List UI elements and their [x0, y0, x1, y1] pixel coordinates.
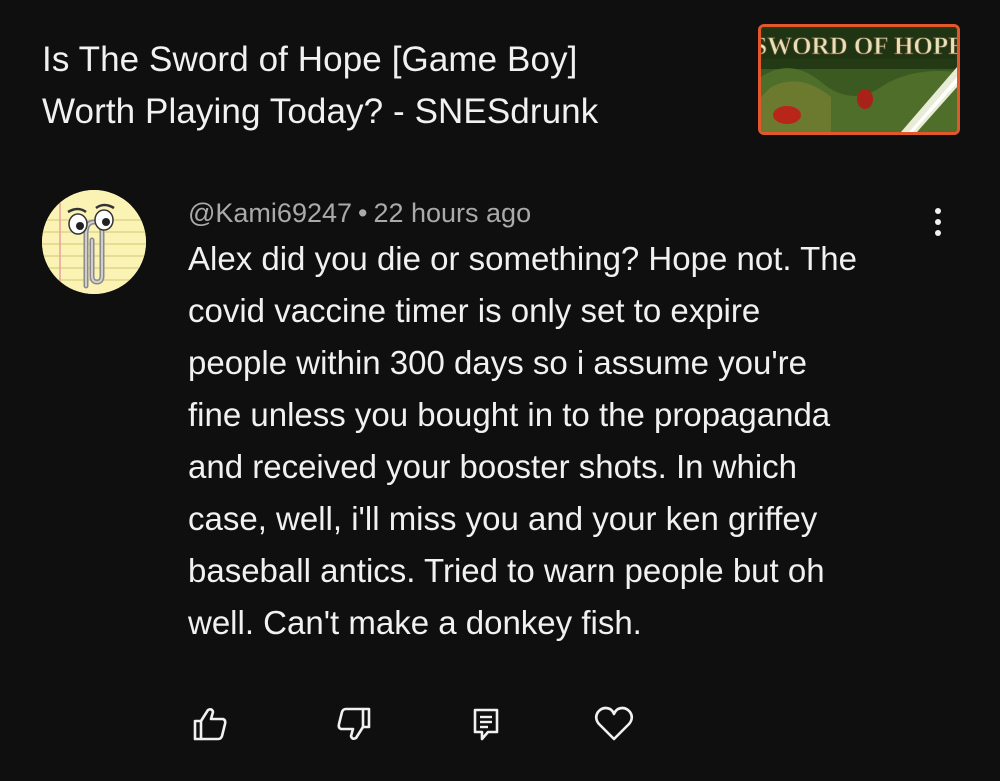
comment-text: Alex did you die or something? Hope not.…	[188, 233, 918, 649]
thumbnail-title: SWORD OF HOPE	[761, 33, 957, 60]
kebab-dot	[935, 219, 941, 225]
dislike-button[interactable]	[330, 700, 378, 748]
meta-separator: •	[358, 198, 368, 228]
comment-text-line: well. Can't make a donkey fish.	[188, 604, 642, 641]
video-title[interactable]: Is The Sword of Hope [Game Boy] Worth Pl…	[42, 34, 732, 138]
thumbnail-artwork: SWORD OF HOPE	[761, 27, 957, 132]
comment-author[interactable]: @Kami69247	[188, 198, 352, 228]
video-title-line-1: Is The Sword of Hope [Game Boy]	[42, 40, 578, 79]
video-title-line-2: Worth Playing Today? - SNESdrunk	[42, 92, 599, 131]
comment-time[interactable]: 22 hours ago	[373, 198, 531, 228]
comment-text-line: case, well, i'll miss you and your ken g…	[188, 500, 818, 537]
comment-text-line: and received your booster shots. In whic…	[188, 448, 798, 485]
reply-icon	[473, 708, 499, 741]
avatar[interactable]	[42, 190, 146, 294]
comment-text-line: baseball antics. Tried to warn people bu…	[188, 552, 825, 589]
more-options-button[interactable]	[922, 200, 954, 244]
like-button[interactable]	[186, 700, 234, 748]
thumbs-down-icon	[337, 707, 371, 740]
thumbs-up-icon	[193, 708, 227, 741]
comment-text-line: fine unless you bought in to the propaga…	[188, 396, 831, 433]
reply-button[interactable]	[462, 700, 510, 748]
comment-text-line: covid vaccine timer is only set to expir…	[188, 292, 761, 329]
video-thumbnail[interactable]: SWORD OF HOPE	[758, 24, 960, 135]
heart-icon	[594, 706, 634, 741]
comment: @Kami69247 • 22 hours ago Alex did you die…	[188, 194, 928, 649]
heart-button[interactable]	[590, 700, 638, 748]
kebab-dot	[935, 230, 941, 236]
comment-text-line: people within 300 days so i assume you'r…	[188, 344, 807, 381]
clippy-avatar-icon	[42, 190, 146, 294]
comment-actions	[0, 700, 1000, 750]
comment-text-line: Alex did you die or something? Hope not.…	[188, 240, 857, 277]
kebab-dot	[935, 208, 941, 214]
comment-meta: @Kami69247 • 22 hours ago	[188, 194, 928, 232]
